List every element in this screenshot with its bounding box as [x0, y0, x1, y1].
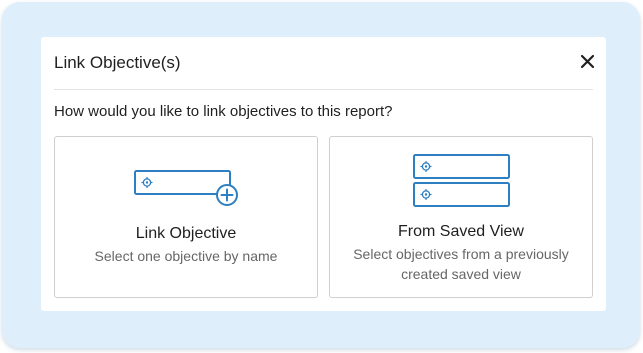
saved-view-icon: [413, 154, 510, 207]
close-icon: [580, 54, 595, 69]
close-button[interactable]: [577, 51, 599, 73]
dialog-prompt: How would you like to link objectives to…: [54, 103, 393, 120]
option-description: Select one objective by name: [94, 248, 278, 264]
option-description: Select objectives from a previously crea…: [353, 246, 569, 282]
modal-backdrop: Link Objective(s) How would you like to …: [2, 2, 640, 348]
from-saved-view-option[interactable]: From Saved View Select objectives from a…: [329, 136, 593, 298]
option-title: Link Objective: [135, 225, 237, 242]
link-objective-option[interactable]: Link Objective Select one objective by n…: [54, 136, 318, 298]
link-objective-dialog: Link Objective(s) How would you like to …: [41, 37, 606, 311]
option-title: From Saved View: [398, 223, 524, 240]
dialog-header: Link Objective(s): [54, 37, 593, 90]
link-objective-icon: [134, 170, 238, 206]
dialog-title: Link Objective(s): [54, 53, 181, 72]
